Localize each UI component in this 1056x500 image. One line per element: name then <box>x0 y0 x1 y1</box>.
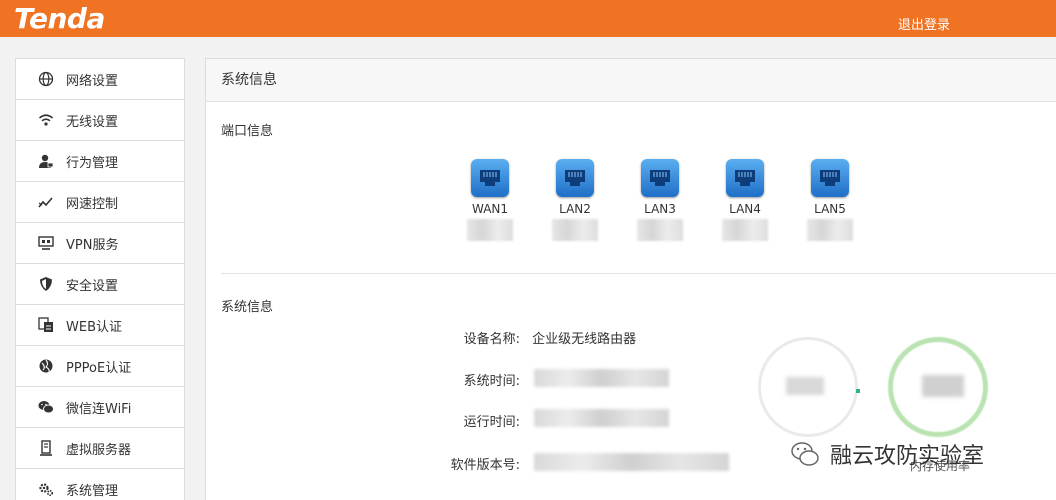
port-status-blurred <box>552 219 598 241</box>
memory-gauge-value-blurred <box>922 375 964 397</box>
port-status-blurred <box>722 219 768 241</box>
ethernet-port-icon <box>811 159 849 197</box>
sidebar-item-system-manage[interactable]: 系统管理 <box>16 469 184 500</box>
port-lan3: LAN3 <box>630 159 690 241</box>
wechat-watermark-icon <box>791 442 819 466</box>
port-status-blurred <box>637 219 683 241</box>
info-label: 设备名称: <box>463 332 520 347</box>
cpu-gauge-value-blurred <box>786 377 824 395</box>
ethernet-port-icon <box>471 159 509 197</box>
sidebar-item-label: 行为管理 <box>66 155 119 171</box>
logout-link[interactable]: 退出登录 <box>898 14 950 33</box>
sidebar-item-label: WEB认证 <box>66 319 122 335</box>
sidebar-item-pppoe[interactable]: PPPoE认证 <box>16 346 184 387</box>
sidebar-item-label: 微信连WiFi <box>66 401 132 417</box>
info-label: 软件版本号: <box>450 458 520 473</box>
gear-icon <box>38 481 54 497</box>
gauge-dot <box>856 389 860 393</box>
device-name-value: 企业级无线路由器 <box>532 332 637 347</box>
sysinfo-section-title: 系统信息 <box>221 300 274 315</box>
globe-icon <box>38 71 54 87</box>
section-divider <box>221 273 1056 274</box>
firmware-blurred <box>534 453 729 471</box>
sidebar-item-speed[interactable]: 网速控制 <box>16 182 184 223</box>
sidebar-item-label: 网络设置 <box>66 73 119 89</box>
ethernet-port-icon <box>641 159 679 197</box>
port-lan4: LAN4 <box>715 159 775 241</box>
wifi-icon <box>38 112 54 128</box>
page-title: 系统信息 <box>206 59 1056 102</box>
vpn-icon <box>38 235 54 251</box>
user-manage-icon <box>38 153 54 169</box>
system-time-blurred <box>534 369 669 387</box>
uptime-row: 运行时间: <box>416 411 520 430</box>
sidebar-item-behavior[interactable]: 行为管理 <box>16 141 184 182</box>
sidebar-nav: 网络设置 无线设置 行为管理 网速控制 VPN服务 安全设置 WEB认证 PPP… <box>15 58 185 500</box>
sidebar-item-label: 系统管理 <box>66 483 119 499</box>
watermark-text: 融云攻防实验室 <box>830 444 985 469</box>
port-status-blurred <box>807 219 853 241</box>
info-label: 运行时间: <box>463 415 520 430</box>
port-lan2: LAN2 <box>545 159 605 241</box>
pppoe-icon <box>38 358 54 374</box>
sidebar-item-label: PPPoE认证 <box>66 360 132 376</box>
sidebar-item-label: 安全设置 <box>66 278 119 294</box>
port-label: LAN4 <box>729 202 761 216</box>
web-auth-icon <box>38 317 54 333</box>
sidebar-item-label: 无线设置 <box>66 114 119 130</box>
uptime-blurred <box>534 409 669 427</box>
sidebar-item-virtual-server[interactable]: 虚拟服务器 <box>16 428 184 469</box>
device-name-row: 设备名称: 企业级无线路由器 <box>416 328 637 347</box>
port-wan1: WAN1 <box>460 159 520 241</box>
sidebar-item-wechat-wifi[interactable]: 微信连WiFi <box>16 387 184 428</box>
sidebar-item-label: 网速控制 <box>66 196 119 212</box>
port-lan5: LAN5 <box>800 159 860 241</box>
sidebar-item-web-auth[interactable]: WEB认证 <box>16 305 184 346</box>
sidebar-item-wireless[interactable]: 无线设置 <box>16 100 184 141</box>
watermark: 融云攻防实验室 <box>790 438 984 470</box>
info-label: 系统时间: <box>463 374 520 389</box>
shield-icon <box>38 276 54 292</box>
port-section-title: 端口信息 <box>221 124 274 139</box>
speed-chart-icon <box>38 194 54 210</box>
main-panel: 系统信息 端口信息 WAN1 LAN2 LAN3 LAN4 LAN5 系统信息 … <box>205 58 1056 500</box>
tenda-logo: Tenda <box>14 2 105 35</box>
top-header: Tenda 退出登录 <box>0 0 1056 37</box>
wechat-icon <box>38 399 54 415</box>
firmware-row: 软件版本号: <box>416 454 520 473</box>
sidebar-item-vpn[interactable]: VPN服务 <box>16 223 184 264</box>
sidebar-item-label: VPN服务 <box>66 237 119 253</box>
port-label: LAN3 <box>644 202 676 216</box>
port-label: WAN1 <box>471 202 509 216</box>
server-icon <box>38 440 54 456</box>
sidebar-item-network[interactable]: 网络设置 <box>16 59 184 100</box>
sidebar-item-security[interactable]: 安全设置 <box>16 264 184 305</box>
sidebar-item-label: 虚拟服务器 <box>66 442 132 458</box>
port-label: LAN5 <box>814 202 846 216</box>
ethernet-port-icon <box>556 159 594 197</box>
port-label: LAN2 <box>559 202 591 216</box>
system-time-row: 系统时间: <box>416 370 520 389</box>
port-status-blurred <box>467 219 513 241</box>
ethernet-port-icon <box>726 159 764 197</box>
